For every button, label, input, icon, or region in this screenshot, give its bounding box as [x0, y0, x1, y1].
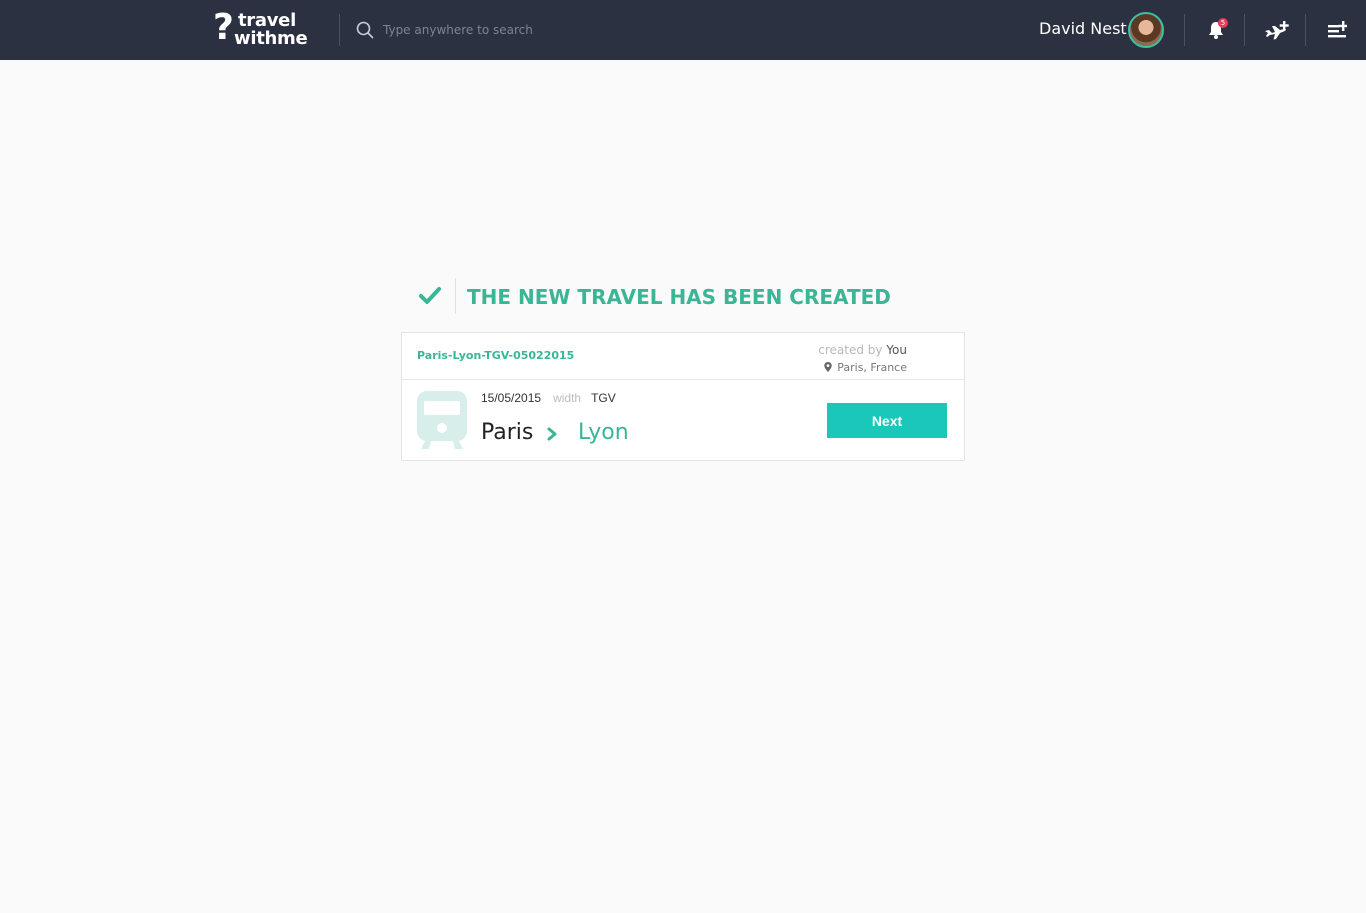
created-by: created by You — [818, 343, 907, 357]
travel-location: Paris, France — [824, 361, 907, 375]
origin-city: Paris — [481, 420, 534, 445]
divider — [339, 14, 340, 46]
logo[interactable]: ? travel withme — [213, 7, 308, 49]
created-by-label: created by — [818, 343, 883, 357]
pin-icon — [824, 362, 832, 372]
logo-line-2: withme — [234, 28, 308, 49]
location-text: Paris, France — [837, 361, 907, 374]
top-bar: ? travel withme David Nest 5 — [0, 0, 1366, 60]
creator-name[interactable]: You — [886, 343, 907, 357]
list-add-icon[interactable] — [1327, 20, 1347, 40]
trip-meta: 15/05/2015 width TGV — [481, 391, 616, 405]
search-icon[interactable] — [356, 21, 374, 39]
user-avatar[interactable] — [1128, 12, 1164, 48]
travel-card-header: Paris-Lyon-TGV-05022015 created by You P… — [402, 333, 964, 380]
travel-card: Paris-Lyon-TGV-05022015 created by You P… — [401, 332, 965, 461]
chevron-right-icon — [547, 427, 557, 441]
notification-badge: 5 — [1218, 18, 1228, 28]
divider — [1184, 14, 1185, 46]
trip-date: 15/05/2015 — [481, 391, 542, 405]
check-icon — [419, 287, 441, 304]
logo-mark: ? — [213, 7, 234, 48]
search-input[interactable] — [383, 20, 683, 40]
divider — [455, 278, 456, 314]
next-button[interactable]: Next — [827, 403, 947, 438]
plane-add-icon[interactable] — [1264, 19, 1290, 41]
divider — [1244, 14, 1245, 46]
with-label: width — [553, 391, 582, 405]
confirmation-title: THE NEW TRAVEL HAS BEEN CREATED — [467, 285, 891, 309]
travel-id[interactable]: Paris-Lyon-TGV-05022015 — [417, 349, 574, 363]
user-name[interactable]: David Nest — [1039, 18, 1127, 40]
destination-city: Lyon — [578, 420, 629, 445]
train-icon — [417, 391, 467, 449]
transport-type: TGV — [591, 391, 616, 405]
divider — [1305, 14, 1306, 46]
